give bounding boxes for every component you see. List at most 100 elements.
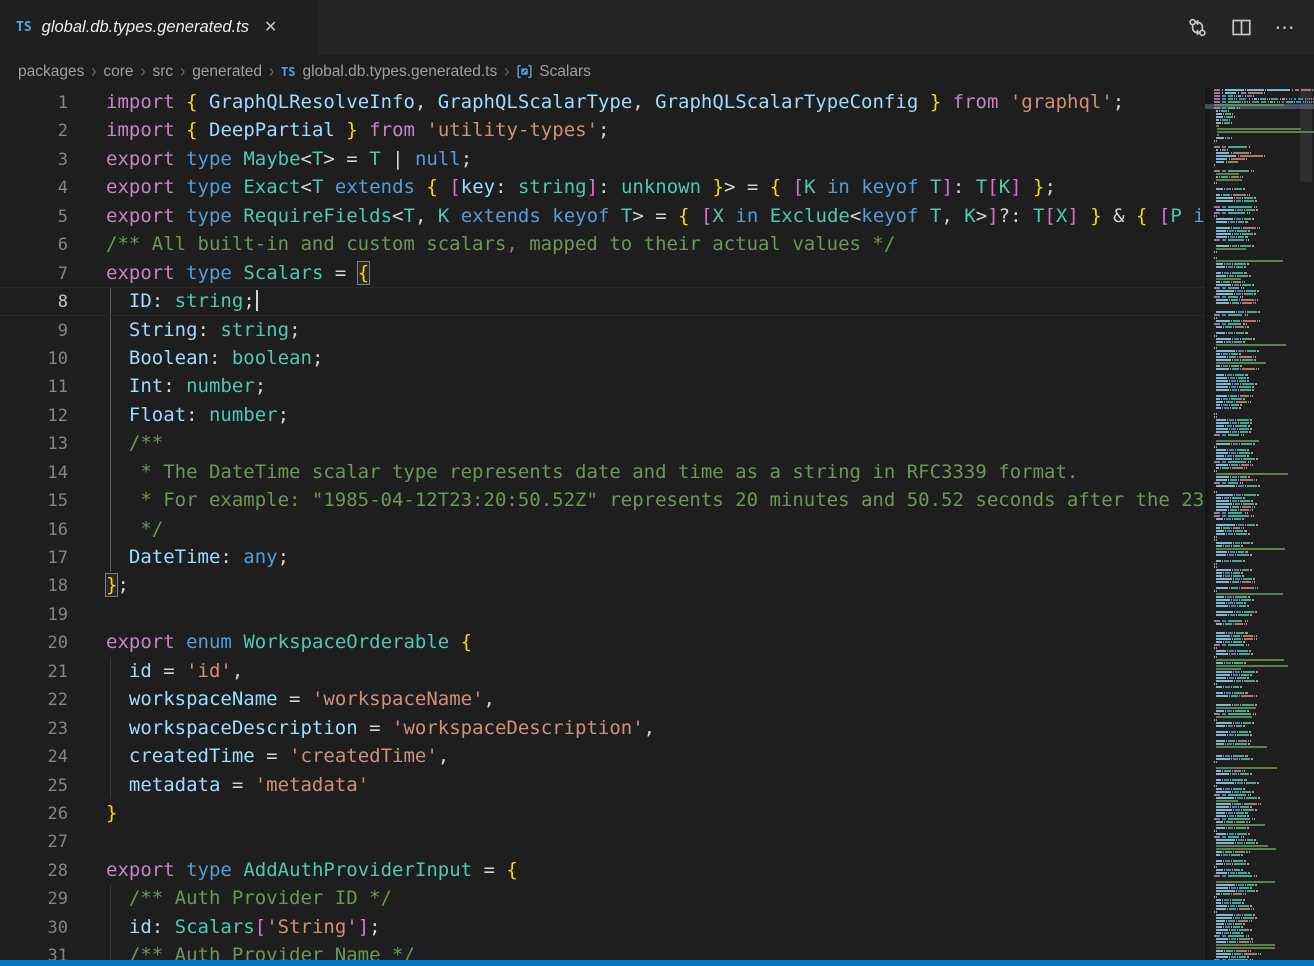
open-changes-icon[interactable] xyxy=(1182,13,1212,43)
line-number-5[interactable]: 5 xyxy=(0,203,68,231)
line-number-6[interactable]: 6 xyxy=(0,231,68,259)
breadcrumb-item-file[interactable]: TSglobal.db.types.generated.ts xyxy=(281,63,497,81)
code-text: ID: string; xyxy=(106,290,258,312)
breadcrumb-symbol-label: Scalars xyxy=(539,63,591,81)
breadcrumb-item-packages[interactable]: packages xyxy=(18,63,84,81)
line-number-10[interactable]: 10 xyxy=(0,345,68,373)
tab-bar: TS global.db.types.generated.ts ✕ xyxy=(0,0,1314,55)
code-line-16[interactable]: 16 */ xyxy=(0,515,1205,543)
line-number-1[interactable]: 1 xyxy=(0,89,68,117)
breadcrumb: packages›core›src›generated›TSglobal.db.… xyxy=(0,55,1314,88)
code-line-29[interactable]: 29 /** Auth Provider ID */ xyxy=(0,884,1205,912)
line-number-29[interactable]: 29 xyxy=(0,885,68,913)
line-number-17[interactable]: 17 xyxy=(0,544,68,572)
line-number-21[interactable]: 21 xyxy=(0,658,68,686)
breadcrumb-item-core[interactable]: core xyxy=(103,63,133,81)
code-line-20[interactable]: 20export enum WorkspaceOrderable { xyxy=(0,628,1205,656)
line-number-12[interactable]: 12 xyxy=(0,402,68,430)
code-text: /** Auth Provider Name */ xyxy=(106,944,415,960)
vertical-scrollbar[interactable] xyxy=(1300,88,1312,182)
breadcrumb-item-src[interactable]: src xyxy=(153,63,174,81)
code-text: workspaceDescription = 'workspaceDescrip… xyxy=(106,717,655,739)
text-cursor xyxy=(256,290,258,311)
code-line-13[interactable]: 13 /** xyxy=(0,429,1205,457)
code-text: createdTime = 'createdTime', xyxy=(106,745,449,767)
tab-global-db-types[interactable]: TS global.db.types.generated.ts ✕ xyxy=(0,0,318,55)
close-tab-icon[interactable]: ✕ xyxy=(259,17,282,39)
code-line-11[interactable]: 11 Int: number; xyxy=(0,372,1205,400)
line-number-7[interactable]: 7 xyxy=(0,260,68,288)
line-number-14[interactable]: 14 xyxy=(0,459,68,487)
split-editor-icon[interactable] xyxy=(1226,13,1256,43)
more-actions-icon[interactable]: ⋯ xyxy=(1270,13,1300,43)
line-number-3[interactable]: 3 xyxy=(0,146,68,174)
code-line-6[interactable]: 6/** All built-in and custom scalars, ma… xyxy=(0,230,1205,258)
code-line-19[interactable]: 19 xyxy=(0,600,1205,628)
code-text: export type Maybe<T> = T | null; xyxy=(106,148,472,170)
code-line-9[interactable]: 9 String: string; xyxy=(0,316,1205,344)
code-line-31[interactable]: 31 /** Auth Provider Name */ xyxy=(0,941,1205,960)
code-line-27[interactable]: 27 xyxy=(0,827,1205,855)
line-number-27[interactable]: 27 xyxy=(0,828,68,856)
code-line-23[interactable]: 23 workspaceDescription = 'workspaceDesc… xyxy=(0,714,1205,742)
code-line-10[interactable]: 10 Boolean: boolean; xyxy=(0,344,1205,372)
code-editor[interactable]: 1import { GraphQLResolveInfo, GraphQLSca… xyxy=(0,88,1205,960)
line-number-11[interactable]: 11 xyxy=(0,373,68,401)
code-line-5[interactable]: 5 export type RequireFields<T, K extends … xyxy=(0,202,1205,230)
line-number-15[interactable]: 15 xyxy=(0,487,68,515)
line-number-16[interactable]: 16 xyxy=(0,516,68,544)
code-line-12[interactable]: 12 Float: number; xyxy=(0,401,1205,429)
line-number-30[interactable]: 30 xyxy=(0,914,68,942)
line-number-28[interactable]: 28 xyxy=(0,857,68,885)
code-text: export type RequireFields<T, K extends k… xyxy=(106,205,1205,227)
code-line-22[interactable]: 22 workspaceName = 'workspaceName', xyxy=(0,685,1205,713)
code-line-15[interactable]: 15 * For example: "1985-04-12T23:20:50.5… xyxy=(0,486,1205,514)
line-number-31[interactable]: 31 xyxy=(0,942,68,960)
typescript-file-icon: TS xyxy=(16,20,32,35)
breadcrumb-item-symbol[interactable]: Scalars xyxy=(516,63,591,81)
line-number-26[interactable]: 26 xyxy=(0,800,68,828)
line-number-2[interactable]: 2 xyxy=(0,117,68,145)
code-text: * For example: "1985-04-12T23:20:50.52Z"… xyxy=(106,489,1205,511)
code-text: export type AddAuthProviderInput = { xyxy=(106,859,518,881)
line-number-25[interactable]: 25 xyxy=(0,772,68,800)
line-number-8[interactable]: 8 xyxy=(0,288,68,316)
code-line-3[interactable]: 3 export type Maybe<T> = T | null; xyxy=(0,145,1205,173)
code-text: }; xyxy=(106,574,129,596)
line-number-4[interactable]: 4 xyxy=(0,174,68,202)
code-line-14[interactable]: 14 * The DateTime scalar type represents… xyxy=(0,458,1205,486)
code-line-21[interactable]: 21 id = 'id', xyxy=(0,657,1205,685)
code-text: String: string; xyxy=(106,319,301,341)
minimap[interactable] xyxy=(1205,88,1314,960)
line-number-23[interactable]: 23 xyxy=(0,715,68,743)
code-text: Int: number; xyxy=(106,375,266,397)
line-number-13[interactable]: 13 xyxy=(0,430,68,458)
symbol-type-icon xyxy=(516,63,533,80)
tab-strip-empty xyxy=(318,0,1182,55)
code-text: DateTime: any; xyxy=(106,546,289,568)
code-line-30[interactable]: 30 id: Scalars['String']; xyxy=(0,913,1205,941)
line-number-22[interactable]: 22 xyxy=(0,686,68,714)
code-line-2[interactable]: 2import { DeepPartial } from 'utility-ty… xyxy=(0,116,1205,144)
status-bar[interactable] xyxy=(0,960,1314,966)
code-line-26[interactable]: 26} xyxy=(0,799,1205,827)
code-line-7[interactable]: 7export type Scalars = { xyxy=(0,259,1205,287)
line-number-19[interactable]: 19 xyxy=(0,601,68,629)
line-number-24[interactable]: 24 xyxy=(0,743,68,771)
code-line-18[interactable]: 18}; xyxy=(0,571,1205,599)
line-number-20[interactable]: 20 xyxy=(0,629,68,657)
code-line-8[interactable]: 8 ID: string; xyxy=(0,287,1205,315)
code-text: Boolean: boolean; xyxy=(106,347,323,369)
line-number-9[interactable]: 9 xyxy=(0,317,68,345)
code-line-17[interactable]: 17 DateTime: any; xyxy=(0,543,1205,571)
code-line-24[interactable]: 24 createdTime = 'createdTime', xyxy=(0,742,1205,770)
code-line-4[interactable]: 4export type Exact<T extends { [key: str… xyxy=(0,173,1205,201)
code-text: id: Scalars['String']; xyxy=(106,916,381,938)
breadcrumb-separator-icon: › xyxy=(91,61,96,82)
breadcrumb-item-generated[interactable]: generated xyxy=(192,63,262,81)
line-number-18[interactable]: 18 xyxy=(0,572,68,600)
code-text: Float: number; xyxy=(106,404,289,426)
code-line-1[interactable]: 1import { GraphQLResolveInfo, GraphQLSca… xyxy=(0,88,1205,116)
code-line-25[interactable]: 25 metadata = 'metadata' xyxy=(0,771,1205,799)
code-line-28[interactable]: 28 export type AddAuthProviderInput = { xyxy=(0,856,1205,884)
